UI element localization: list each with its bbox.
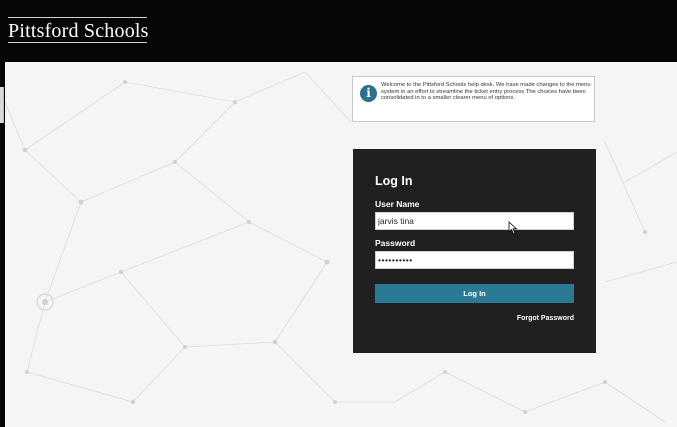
username-label: User Name	[375, 199, 420, 209]
login-panel: Log In User Name Password Log In Forgot …	[353, 149, 596, 353]
logo-rule-bottom	[8, 42, 147, 43]
brand-logo[interactable]: Pittsford Schools	[8, 17, 149, 45]
brand-name: Pittsford Schools	[8, 20, 149, 42]
help-desk-login-page: Pittsford Schools i Welcome to the Pitts…	[0, 0, 677, 427]
login-title: Log In	[375, 174, 413, 188]
logo-rule-top	[8, 17, 147, 18]
forgot-password-link[interactable]: Forgot Password	[517, 315, 574, 322]
notice-message: Welcome to the Pittsford Schools help de…	[381, 82, 591, 102]
mouse-cursor-icon	[508, 221, 518, 235]
welcome-notice: i Welcome to the Pittsford Schools help …	[352, 76, 595, 122]
password-label: Password	[375, 238, 416, 248]
login-button[interactable]: Log In	[375, 284, 574, 303]
main-content: i Welcome to the Pittsford Schools help …	[5, 62, 677, 427]
header-bar: Pittsford Schools	[0, 0, 677, 62]
info-icon: i	[360, 85, 377, 102]
password-input[interactable]	[375, 251, 574, 269]
username-input[interactable]	[375, 212, 574, 230]
side-drawer-tab[interactable]	[0, 87, 4, 123]
